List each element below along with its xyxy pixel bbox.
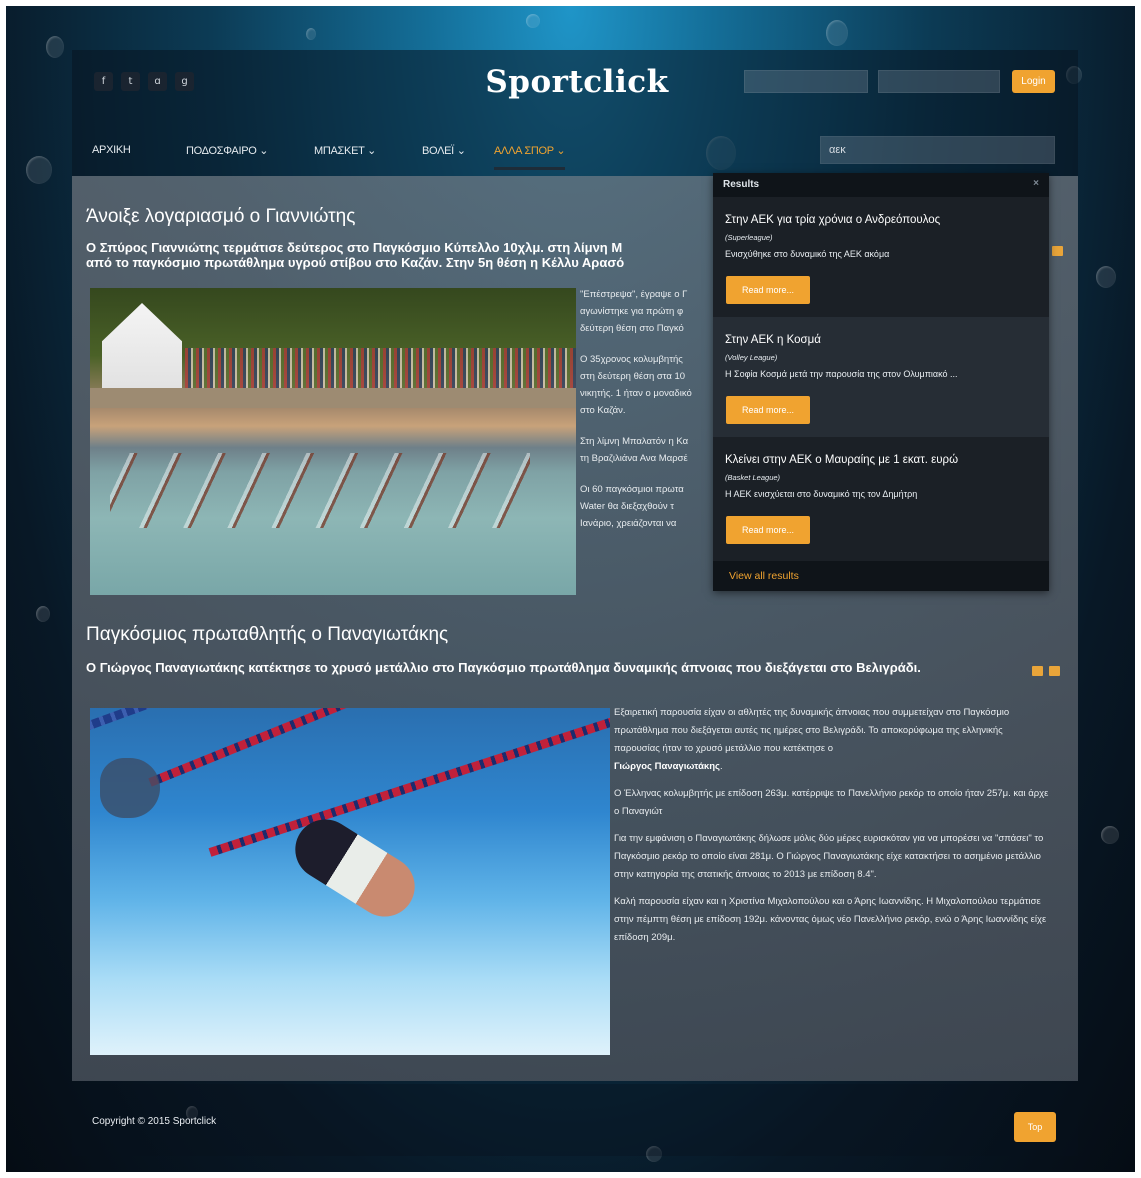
- article-tools: [1032, 666, 1060, 676]
- site-footer: Copyright © 2015 Sportclick Top: [72, 1084, 1078, 1156]
- article-body: "Επέστρεψα", έγραψε ο Γ αγωνίστηκε για π…: [580, 289, 692, 529]
- copyright-text: Copyright © 2015 Sportclick: [92, 1116, 217, 1127]
- email-icon[interactable]: [1049, 666, 1060, 676]
- article-title[interactable]: Άνοιξε λογαριασμό ο Γιαννιώτης: [86, 206, 355, 228]
- article-lead: Ο Γιώργος Παναγιωτάκης κατέκτησε το χρυσ…: [86, 660, 921, 675]
- search-result-category: (Superleague): [725, 233, 773, 242]
- social-links: f t ɑ g: [94, 72, 194, 91]
- read-more-button[interactable]: Read more...: [726, 396, 810, 424]
- search-result-item[interactable]: Κλείνει στην ΑΕΚ ο Μαυραίης με 1 εκατ. ε…: [713, 437, 1049, 557]
- article-body: Εξαιρετική παρουσία είχαν οι αθλητές της…: [614, 707, 1049, 943]
- back-to-top-button[interactable]: Top: [1014, 1112, 1056, 1142]
- search-result-item[interactable]: Στην ΑΕΚ για τρία χρόνια ο Ανδρεόπουλος …: [713, 197, 1049, 317]
- nav-item-other-sports[interactable]: ΑΛΛΑ ΣΠΟΡ ⌄: [494, 144, 566, 170]
- read-more-button[interactable]: Read more...: [726, 516, 810, 544]
- print-icon[interactable]: [1032, 666, 1043, 676]
- search-result-text: Η Σοφία Κοσμά μετά την παρουσία της στον…: [725, 369, 958, 379]
- search-result-title[interactable]: Στην ΑΕΚ η Κοσμά: [725, 333, 1037, 347]
- site-header: f t ɑ g Sportclick Login ΑΡΧΙΚΗ ΠΟΔΟΣΦΑΙ…: [72, 50, 1078, 176]
- article-image: [90, 288, 576, 595]
- close-icon[interactable]: ×: [1033, 178, 1039, 189]
- nav-item-basket[interactable]: ΜΠΑΣΚΕΤ ⌄: [314, 144, 376, 157]
- google-plus-icon[interactable]: g: [175, 72, 194, 91]
- search-results-header: Results ×: [713, 173, 1049, 197]
- nav-item-home[interactable]: ΑΡΧΙΚΗ: [92, 144, 131, 156]
- article-lead: Ο Σπύρος Γιαννιώτης τερμάτισε δεύτερος σ…: [86, 240, 625, 270]
- nav-item-football[interactable]: ΠΟΔΟΣΦΑΙΡΟ ⌄: [186, 144, 268, 157]
- site-logo[interactable]: Sportclick: [462, 64, 692, 100]
- username-input[interactable]: [744, 70, 868, 93]
- nav-item-volley[interactable]: ΒΟΛΕΪ ⌄: [422, 144, 466, 157]
- facebook-icon[interactable]: f: [94, 72, 113, 91]
- search-result-title[interactable]: Κλείνει στην ΑΕΚ ο Μαυραίης με 1 εκατ. ε…: [725, 453, 1037, 467]
- article-title[interactable]: Παγκόσμιος πρωταθλητής ο Παναγιωτάκης: [86, 624, 448, 646]
- twitter-icon[interactable]: t: [121, 72, 140, 91]
- search-result-title[interactable]: Στην ΑΕΚ για τρία χρόνια ο Ανδρεόπουλος: [725, 213, 1037, 227]
- article-tools: [1052, 246, 1063, 256]
- email-icon[interactable]: [1052, 246, 1063, 256]
- search-input[interactable]: [820, 136, 1055, 164]
- password-input[interactable]: [878, 70, 1000, 93]
- article-image: [90, 708, 610, 1055]
- search-results-dropdown: Results × Στην ΑΕΚ για τρία χρόνια ο Ανδ…: [713, 173, 1049, 591]
- search-result-category: (Volley League): [725, 353, 778, 362]
- login-button[interactable]: Login: [1012, 70, 1055, 93]
- read-more-button[interactable]: Read more...: [726, 276, 810, 304]
- search-result-item[interactable]: Στην ΑΕΚ η Κοσμά (Volley League) Η Σοφία…: [713, 317, 1049, 437]
- rss-icon[interactable]: ɑ: [148, 72, 167, 91]
- search-result-category: (Basket League): [725, 473, 781, 482]
- search-result-text: Η ΑΕΚ ενισχύεται στο δυναμικό της τον Δη…: [725, 489, 918, 499]
- view-all-results-link[interactable]: View all results: [713, 561, 1049, 591]
- search-result-text: Ενισχύθηκε στο δυναμικό της ΑΕΚ ακόμα: [725, 249, 890, 259]
